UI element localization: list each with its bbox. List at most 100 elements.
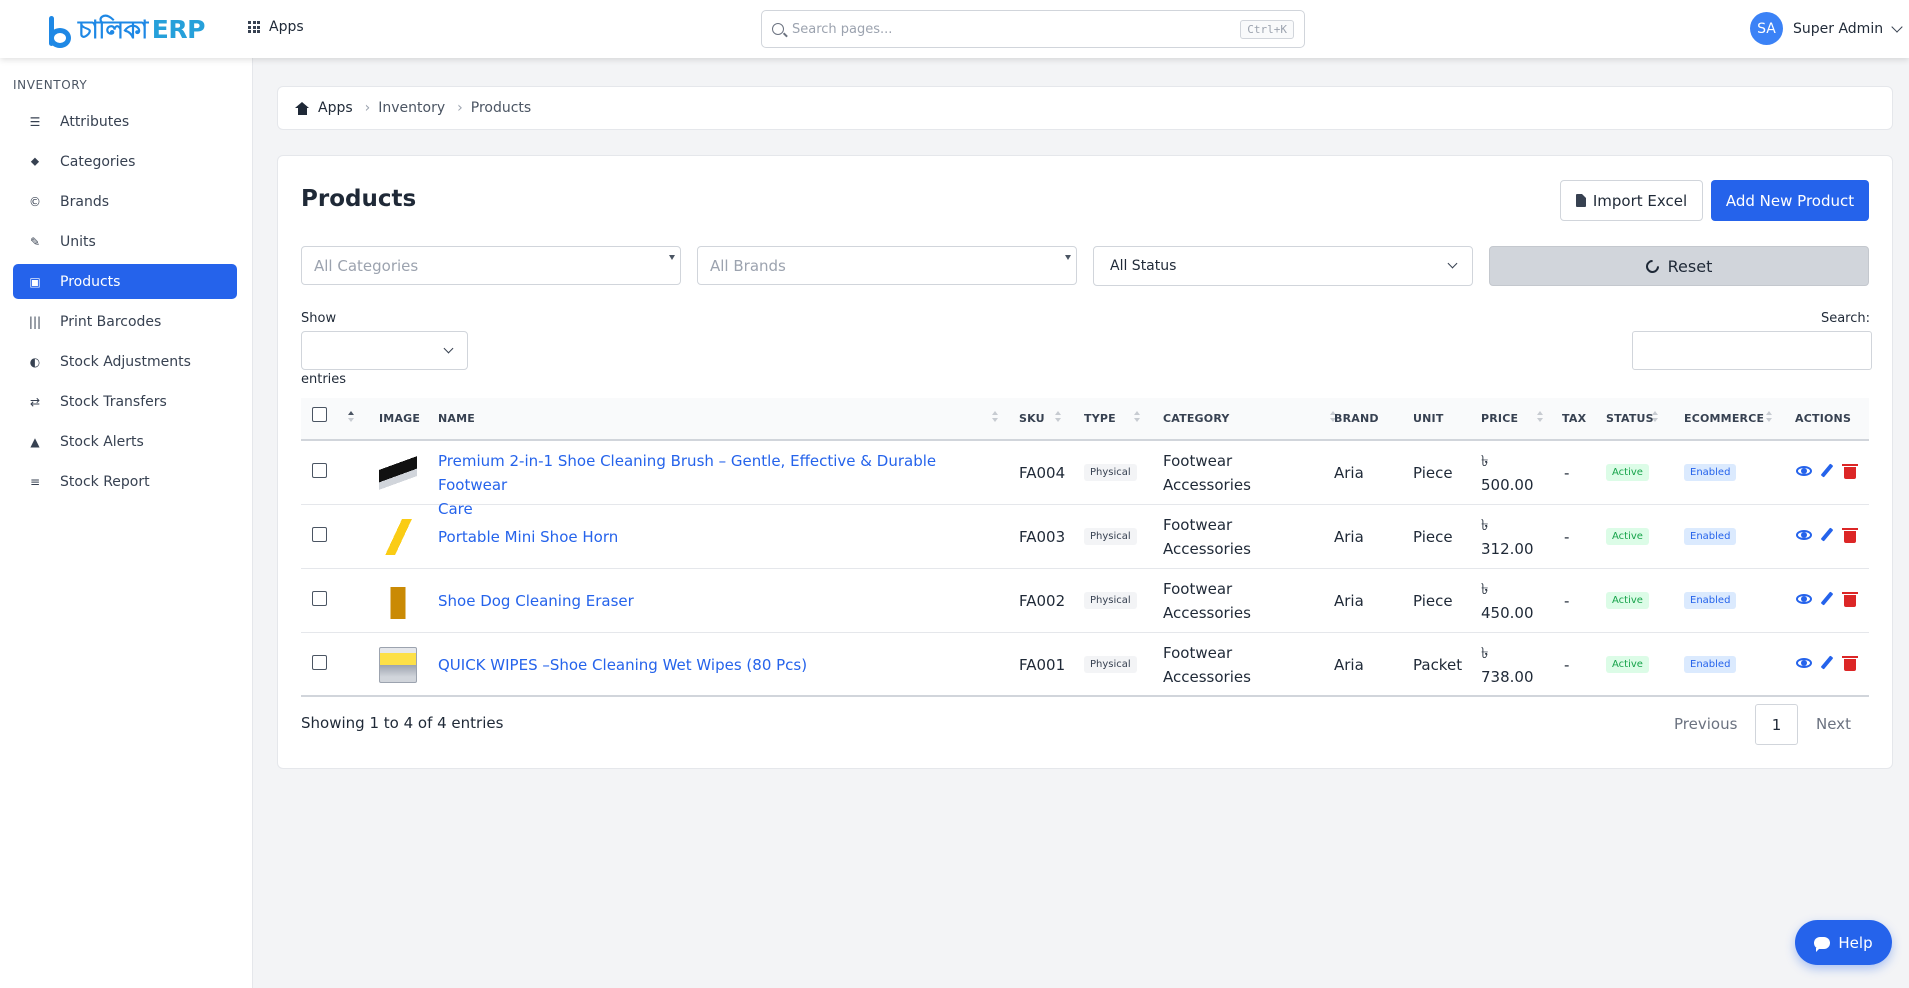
- apps-button[interactable]: Apps: [248, 19, 304, 35]
- category-line2: Accessories: [1163, 476, 1251, 494]
- home-icon: [295, 101, 310, 115]
- sort-icon[interactable]: [348, 411, 354, 425]
- search-pages-box[interactable]: Ctrl+K: [761, 10, 1305, 48]
- sidebar-item-stock-adjustments[interactable]: ◐ Stock Adjustments: [13, 344, 237, 379]
- sidebar-item-print-barcodes[interactable]: ||| Print Barcodes: [13, 304, 237, 339]
- import-excel-button[interactable]: Import Excel: [1560, 180, 1703, 221]
- trash-icon[interactable]: [1842, 527, 1858, 543]
- ecommerce-badge: Enabled: [1684, 592, 1737, 609]
- sidebar-item-stock-report[interactable]: ≡ Stock Report: [13, 464, 237, 499]
- breadcrumb-apps[interactable]: Apps: [318, 100, 353, 116]
- product-price: ৳ 312.00: [1481, 513, 1534, 561]
- col-name[interactable]: NAME: [438, 412, 475, 425]
- row-checkbox[interactable]: [312, 527, 327, 542]
- sidebar-item-categories[interactable]: ⬥ Categories: [13, 144, 237, 179]
- product-name-link[interactable]: Shoe Dog Cleaning Eraser: [438, 589, 998, 613]
- sidebar-item-label: Categories: [60, 153, 136, 170]
- user-menu[interactable]: SA Super Admin: [1750, 12, 1903, 45]
- row-checkbox[interactable]: [312, 591, 327, 606]
- status-filter[interactable]: All Status: [1093, 246, 1473, 286]
- category-line1: Footwear: [1163, 452, 1233, 470]
- eye-icon[interactable]: [1796, 527, 1812, 543]
- page-title: Products: [301, 186, 417, 212]
- entries-per-page-select[interactable]: [301, 331, 468, 370]
- product-thumbnail: [379, 583, 417, 619]
- col-sku[interactable]: SKU: [1019, 412, 1045, 425]
- trash-icon[interactable]: [1842, 463, 1858, 479]
- status-badge: Active: [1606, 592, 1649, 609]
- previous-page-button[interactable]: Previous: [1674, 715, 1737, 733]
- trash-icon[interactable]: [1842, 655, 1858, 671]
- eye-icon[interactable]: [1796, 591, 1812, 607]
- sidebar-item-attributes[interactable]: ☰ Attributes: [13, 104, 237, 139]
- pencil-icon[interactable]: [1819, 527, 1835, 543]
- type-badge: Physical: [1084, 656, 1137, 673]
- col-unit[interactable]: UNIT: [1413, 412, 1444, 425]
- caret-down-icon: [669, 255, 675, 260]
- sidebar-item-label: Print Barcodes: [60, 313, 162, 330]
- sidebar-item-stock-alerts[interactable]: ▲ Stock Alerts: [13, 424, 237, 459]
- product-tax: -: [1564, 528, 1570, 546]
- product-unit: Piece: [1413, 464, 1453, 482]
- categories-filter[interactable]: All Categories: [301, 246, 681, 285]
- search-pages-input[interactable]: [792, 21, 1241, 37]
- search-icon: [772, 23, 784, 35]
- chevron-down-icon: [1447, 258, 1458, 269]
- add-new-product-button[interactable]: Add New Product: [1711, 180, 1869, 221]
- col-category[interactable]: CATEGORY: [1163, 412, 1230, 425]
- table-search-input[interactable]: [1632, 331, 1872, 370]
- sidebar-item-stock-transfers[interactable]: ⇄ Stock Transfers: [13, 384, 237, 419]
- pencil-icon[interactable]: [1819, 655, 1835, 671]
- pencil-icon[interactable]: [1819, 463, 1835, 479]
- product-name-line1: Premium 2-in-1 Shoe Cleaning Brush – Gen…: [438, 452, 937, 494]
- row-checkbox[interactable]: [312, 655, 327, 670]
- product-name-link[interactable]: Portable Mini Shoe Horn: [438, 525, 998, 549]
- eye-icon[interactable]: [1796, 655, 1812, 671]
- sort-icon[interactable]: [1766, 411, 1772, 425]
- type-badge: Physical: [1084, 464, 1137, 481]
- brands-filter[interactable]: All Brands: [697, 246, 1077, 285]
- sidebar-item-label: Stock Report: [60, 473, 150, 490]
- breadcrumb-inventory[interactable]: Inventory: [378, 100, 445, 116]
- sort-icon[interactable]: [992, 411, 998, 425]
- app-logo[interactable]: চালিকা ERP: [46, 10, 205, 53]
- sidebar-item-units[interactable]: ✎ Units: [13, 224, 237, 259]
- sidebar-item-products[interactable]: ▣ Products: [13, 264, 237, 299]
- product-category: Footwear Accessories: [1163, 449, 1251, 497]
- table-row: Premium 2-in-1 Shoe Cleaning Brush – Gen…: [301, 441, 1869, 518]
- half-circle-icon: ◐: [29, 354, 41, 369]
- sidebar-heading: INVENTORY: [13, 78, 88, 92]
- logo-mark-icon: [46, 14, 72, 50]
- sidebar-item-label: Products: [60, 273, 121, 290]
- product-brand: Aria: [1334, 656, 1364, 674]
- sidebar-item-brands[interactable]: © Brands: [13, 184, 237, 219]
- select-all-checkbox[interactable]: [312, 407, 327, 422]
- trash-icon[interactable]: [1842, 591, 1858, 607]
- sort-icon[interactable]: [1055, 411, 1061, 425]
- sort-icon[interactable]: [1537, 411, 1543, 425]
- eye-icon[interactable]: [1796, 463, 1812, 479]
- reset-button[interactable]: Reset: [1489, 246, 1869, 286]
- sort-icon[interactable]: [1652, 411, 1658, 425]
- next-page-button[interactable]: Next: [1816, 715, 1851, 733]
- row-checkbox[interactable]: [312, 463, 327, 478]
- col-price[interactable]: PRICE: [1481, 412, 1518, 425]
- product-price: ৳ 450.00: [1481, 577, 1534, 625]
- page-1-button[interactable]: 1: [1755, 704, 1798, 745]
- col-tax[interactable]: TAX: [1562, 412, 1586, 425]
- col-ecommerce[interactable]: ECOMMERCE: [1684, 412, 1764, 425]
- sort-icon[interactable]: [1134, 411, 1140, 425]
- col-type[interactable]: TYPE: [1084, 412, 1116, 425]
- product-sku: FA001: [1019, 656, 1066, 674]
- table-info: Showing 1 to 4 of 4 entries: [301, 714, 504, 732]
- status-badge: Active: [1606, 528, 1649, 545]
- product-name-link[interactable]: QUICK WIPES –Shoe Cleaning Wet Wipes (80…: [438, 653, 998, 677]
- sidebar-item-label: Stock Transfers: [60, 393, 167, 410]
- pencil-icon[interactable]: [1819, 591, 1835, 607]
- col-brand[interactable]: BRAND: [1334, 412, 1379, 425]
- chevron-right-icon: ›: [457, 100, 463, 116]
- help-button[interactable]: Help: [1795, 920, 1892, 965]
- product-sku: FA003: [1019, 528, 1066, 546]
- product-category: Footwear Accessories: [1163, 513, 1251, 561]
- col-status[interactable]: STATUS: [1606, 412, 1654, 425]
